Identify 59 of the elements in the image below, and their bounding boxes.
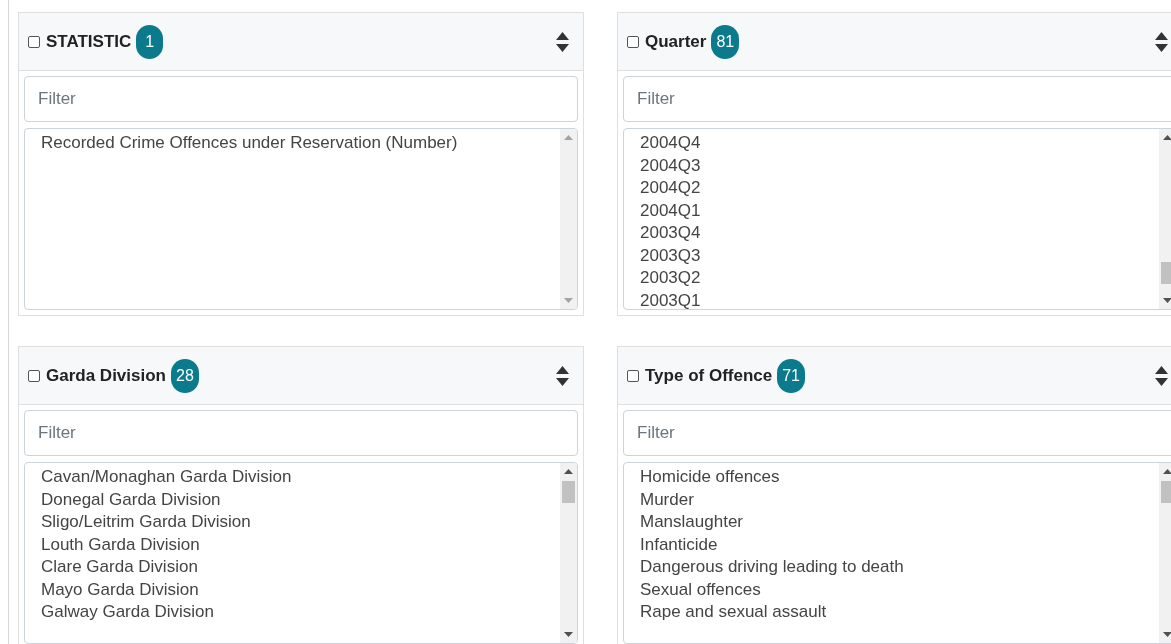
- scroll-up-icon[interactable]: [564, 469, 573, 474]
- scrollbar[interactable]: [1159, 129, 1171, 309]
- options-list[interactable]: Homicide offences Murder Manslaughter Infanticide Dangerous driving leading to death Sexual offences Rape and sexual assault: [623, 462, 1171, 644]
- count-badge: 28: [171, 358, 199, 393]
- option-item[interactable]: Cavan/Monaghan Garda Division: [41, 466, 560, 489]
- scroll-thumb[interactable]: [562, 481, 575, 503]
- scroll-up-icon[interactable]: [1163, 135, 1171, 140]
- panel-title: Garda Division: [46, 364, 166, 387]
- option-item[interactable]: 2004Q4: [640, 132, 1159, 155]
- option-item[interactable]: Sexual offences: [640, 578, 1159, 601]
- option-item[interactable]: Manslaughter: [640, 511, 1159, 534]
- filter-field[interactable]: Filter: [623, 410, 1171, 456]
- option-item[interactable]: 2004Q2: [640, 177, 1159, 200]
- options-list[interactable]: Cavan/Monaghan Garda Division Donegal Garda Division Sligo/Leitrim Garda Division Louth Garda Division Clare Garda Division Mayo Garda Division Galway Garda Division: [24, 462, 578, 644]
- count-badge: 1: [136, 24, 164, 59]
- scroll-down-icon[interactable]: [1163, 298, 1171, 303]
- option-item[interactable]: Sligo/Leitrim Garda Division: [41, 511, 560, 534]
- select-all-checkbox[interactable]: [627, 35, 639, 48]
- option-item[interactable]: 2003Q1: [640, 289, 1159, 309]
- options-list[interactable]: 2004Q4 2004Q3 2004Q2 2004Q1 2003Q4 2003Q3 2003Q2 2003Q1: [623, 128, 1171, 310]
- select-all-checkbox[interactable]: [627, 369, 639, 382]
- option-item[interactable]: Dangerous driving leading to death: [640, 556, 1159, 579]
- option-item[interactable]: Louth Garda Division: [41, 533, 560, 556]
- option-item[interactable]: 2004Q3: [640, 154, 1159, 177]
- scroll-down-icon[interactable]: [1163, 632, 1171, 637]
- select-all-checkbox[interactable]: [28, 369, 40, 382]
- panel-title: Type of Offence: [645, 364, 773, 387]
- panel-title: STATISTIC: [46, 30, 132, 53]
- filter-field[interactable]: Filter: [24, 410, 578, 456]
- select-all-checkbox[interactable]: [28, 35, 40, 48]
- option-item[interactable]: Murder: [640, 488, 1159, 511]
- scroll-thumb[interactable]: [1161, 262, 1171, 284]
- option-item[interactable]: Homicide offences: [640, 466, 1159, 489]
- options-list[interactable]: Recorded Crime Offences under Reservation (Number): [24, 128, 578, 310]
- option-item[interactable]: Rape and sexual assault: [640, 601, 1159, 624]
- sort-icon[interactable]: [1155, 30, 1168, 53]
- filter-field[interactable]: Filter: [623, 76, 1171, 122]
- option-item[interactable]: Mayo Garda Division: [41, 578, 560, 601]
- scroll-up-icon[interactable]: [1163, 469, 1171, 474]
- option-item[interactable]: 2004Q1: [640, 199, 1159, 222]
- option-item[interactable]: Recorded Crime Offences under Reservation (Number): [41, 132, 560, 155]
- panel-title: Quarter: [645, 30, 707, 53]
- scrollbar[interactable]: [560, 463, 577, 643]
- scroll-thumb[interactable]: [1161, 481, 1171, 503]
- count-badge: 71: [777, 358, 805, 393]
- sort-icon[interactable]: [556, 364, 569, 387]
- option-item[interactable]: 2003Q2: [640, 267, 1159, 290]
- sort-icon[interactable]: [556, 30, 569, 53]
- sort-icon[interactable]: [1155, 364, 1168, 387]
- option-item[interactable]: Infanticide: [640, 533, 1159, 556]
- scroll-down-icon[interactable]: [564, 632, 573, 637]
- count-badge: 81: [711, 24, 740, 59]
- filter-field[interactable]: Filter: [24, 76, 578, 122]
- option-item[interactable]: 2003Q4: [640, 222, 1159, 245]
- scrollbar[interactable]: [1159, 463, 1171, 643]
- option-item[interactable]: Donegal Garda Division: [41, 488, 560, 511]
- option-item[interactable]: 2003Q3: [640, 244, 1159, 267]
- option-item[interactable]: Galway Garda Division: [41, 601, 560, 624]
- option-item[interactable]: Clare Garda Division: [41, 556, 560, 579]
